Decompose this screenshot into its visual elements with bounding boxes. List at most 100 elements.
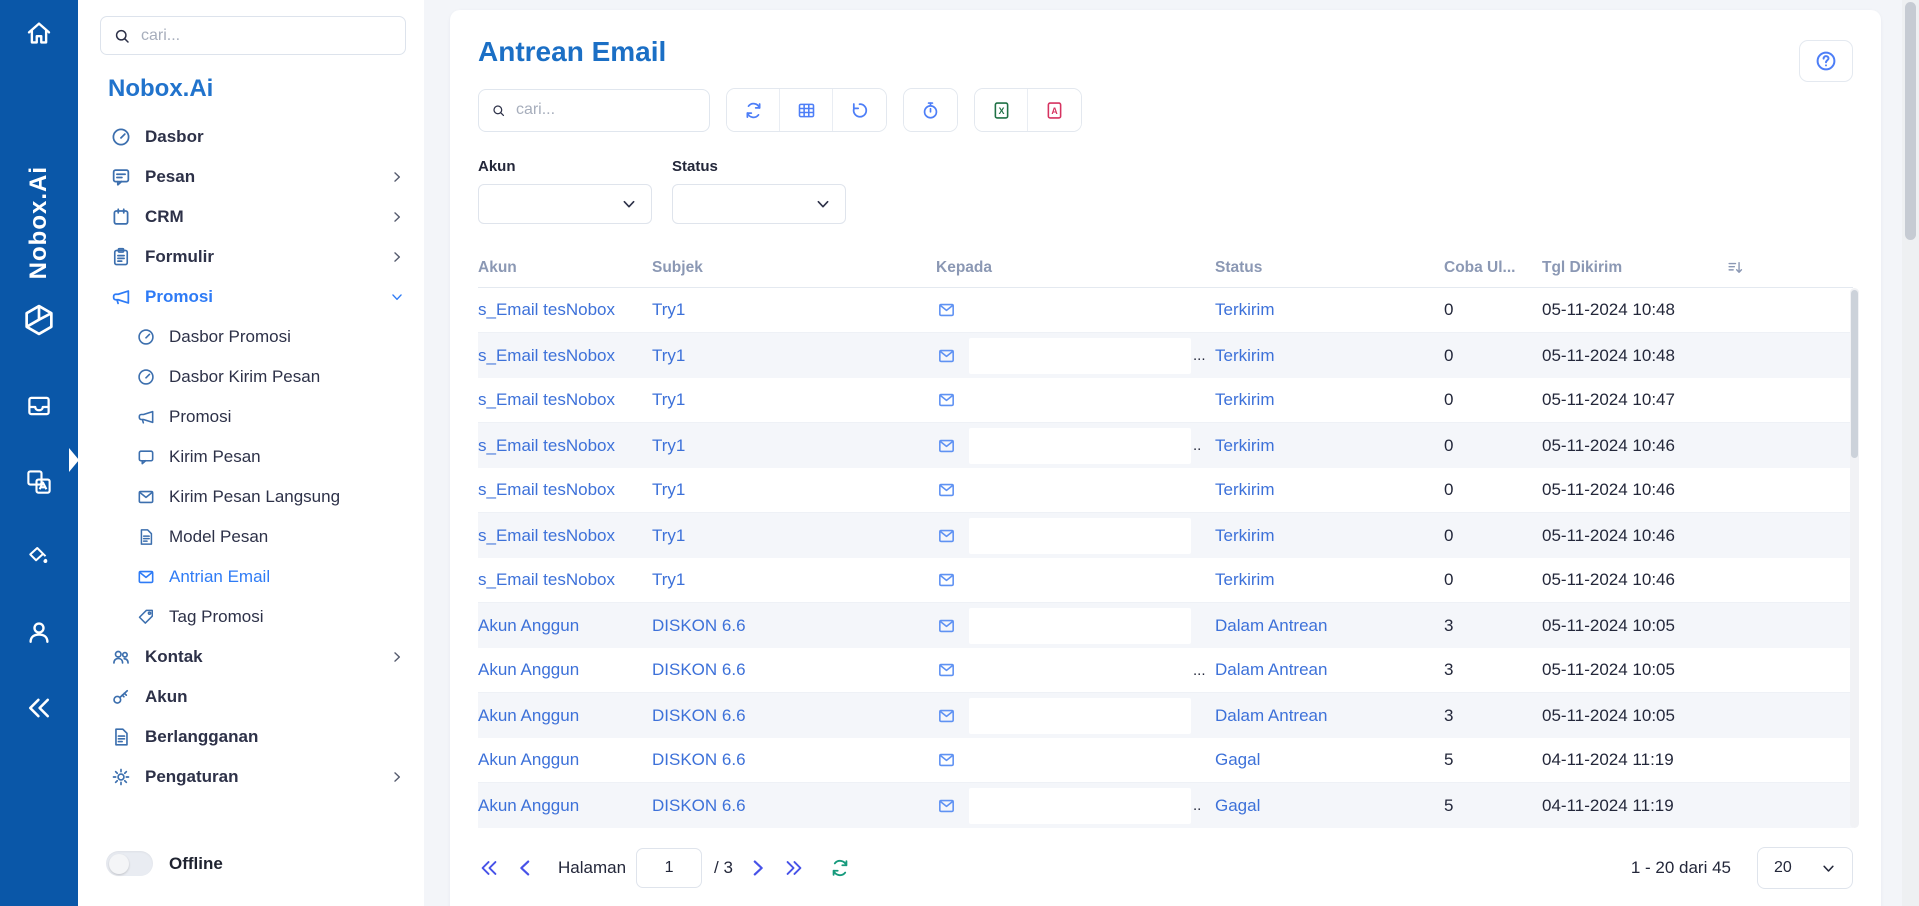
- cell-status[interactable]: Terkirim: [1215, 570, 1444, 590]
- reload-list-icon[interactable]: [829, 857, 851, 879]
- sidebar-item-antrian-email[interactable]: Antrian Email: [78, 557, 424, 597]
- sidebar-item-formulir[interactable]: Formulir: [78, 237, 424, 277]
- cell-akun[interactable]: s_Email tesNobox: [478, 436, 652, 456]
- table-view-button[interactable]: [780, 89, 833, 131]
- page-number-input[interactable]: [636, 848, 702, 888]
- col-subjek[interactable]: Subjek: [652, 259, 936, 277]
- cell-status[interactable]: Gagal: [1215, 796, 1444, 816]
- col-akun[interactable]: Akun: [478, 259, 652, 277]
- cell-akun[interactable]: s_Email tesNobox: [478, 390, 652, 410]
- mail-icon[interactable]: [936, 750, 957, 770]
- cell-subjek[interactable]: Try1: [652, 436, 936, 456]
- reset-button[interactable]: [833, 89, 886, 131]
- cell-subjek[interactable]: DISKON 6.6: [652, 706, 936, 726]
- sidebar-item-promosi[interactable]: Promosi: [78, 277, 424, 317]
- cell-subjek[interactable]: Try1: [652, 300, 936, 320]
- help-button[interactable]: [1799, 40, 1853, 82]
- timer-button[interactable]: [904, 89, 957, 131]
- sidebar-item-promosi-sub[interactable]: Promosi: [78, 397, 424, 437]
- mail-icon[interactable]: [936, 300, 957, 320]
- mail-icon[interactable]: [936, 616, 957, 636]
- ink-icon[interactable]: [25, 541, 53, 569]
- cell-subjek[interactable]: DISKON 6.6: [652, 660, 936, 680]
- sidebar-item-kirim-pesan-langsung[interactable]: Kirim Pesan Langsung: [78, 477, 424, 517]
- table-search-input[interactable]: [516, 101, 697, 119]
- cell-subjek[interactable]: Try1: [652, 390, 936, 410]
- sidebar-item-dasbor[interactable]: Dasbor: [78, 117, 424, 157]
- cell-subjek[interactable]: DISKON 6.6: [652, 616, 936, 636]
- cell-status[interactable]: Terkirim: [1215, 346, 1444, 366]
- table-search[interactable]: [478, 89, 710, 132]
- cell-akun[interactable]: Akun Anggun: [478, 750, 652, 770]
- sidebar-item-crm[interactable]: CRM: [78, 197, 424, 237]
- cell-subjek[interactable]: Try1: [652, 480, 936, 500]
- home-icon[interactable]: [24, 18, 54, 48]
- sidebar-item-kontak[interactable]: Kontak: [78, 637, 424, 677]
- sidebar-item-dasbor-promosi[interactable]: Dasbor Promosi: [78, 317, 424, 357]
- cell-akun[interactable]: s_Email tesNobox: [478, 480, 652, 500]
- table-row[interactable]: s_Email tesNobox Try1 Terkirim 0 05-11-2…: [478, 558, 1853, 603]
- collapse-sidebar-icon[interactable]: [24, 693, 54, 723]
- cell-status[interactable]: Dalam Antrean: [1215, 616, 1444, 636]
- export-excel-button[interactable]: [975, 89, 1028, 131]
- cell-akun[interactable]: s_Email tesNobox: [478, 300, 652, 320]
- offline-toggle[interactable]: [106, 851, 153, 876]
- table-scrollbar[interactable]: [1850, 288, 1859, 828]
- sidebar-item-tag-promosi[interactable]: Tag Promosi: [78, 597, 424, 637]
- last-page-icon[interactable]: [783, 857, 805, 879]
- cell-status[interactable]: Gagal: [1215, 750, 1444, 770]
- cell-akun[interactable]: Akun Anggun: [478, 796, 652, 816]
- table-row[interactable]: s_Email tesNobox Try1 Terkirim 0 05-11-2…: [478, 468, 1853, 513]
- table-row[interactable]: Akun Anggun DISKON 6.6 Dalam Antrean 3 0…: [478, 693, 1853, 738]
- mail-icon[interactable]: [936, 660, 957, 680]
- cell-status[interactable]: Terkirim: [1215, 436, 1444, 456]
- table-row[interactable]: s_Email tesNobox Try1 .. Terkirim 0 05-1…: [478, 423, 1853, 468]
- sidebar-search[interactable]: [100, 16, 406, 55]
- refresh-button[interactable]: [727, 89, 780, 131]
- filter-akun-select[interactable]: [478, 184, 652, 224]
- cell-status[interactable]: Terkirim: [1215, 480, 1444, 500]
- cell-akun[interactable]: Akun Anggun: [478, 616, 652, 636]
- cell-subjek[interactable]: DISKON 6.6: [652, 750, 936, 770]
- table-row[interactable]: Akun Anggun DISKON 6.6 Dalam Antrean 3 0…: [478, 603, 1853, 648]
- mail-icon[interactable]: [936, 570, 957, 590]
- page-scrollbar-thumb[interactable]: [1905, 2, 1916, 240]
- cell-status[interactable]: Dalam Antrean: [1215, 706, 1444, 726]
- sidebar-item-model-pesan[interactable]: Model Pesan: [78, 517, 424, 557]
- mail-icon[interactable]: [936, 706, 957, 726]
- cell-status[interactable]: Dalam Antrean: [1215, 660, 1444, 680]
- sidebar-item-dasbor-kirim-pesan[interactable]: Dasbor Kirim Pesan: [78, 357, 424, 397]
- table-row[interactable]: Akun Anggun DISKON 6.6 .. Gagal 5 04-11-…: [478, 783, 1853, 828]
- col-kepada[interactable]: Kepada: [936, 259, 1215, 277]
- col-coba-ulang[interactable]: Coba Ul...: [1444, 259, 1542, 277]
- previous-page-icon[interactable]: [514, 857, 536, 879]
- inbox-icon[interactable]: [24, 391, 54, 421]
- mail-icon[interactable]: [936, 346, 957, 366]
- col-tgl-dikirim[interactable]: Tgl Dikirim: [1542, 259, 1726, 277]
- sidebar-search-input[interactable]: [141, 27, 393, 45]
- table-scrollbar-thumb[interactable]: [1851, 290, 1858, 458]
- cell-subjek[interactable]: DISKON 6.6: [652, 796, 936, 816]
- cell-status[interactable]: Terkirim: [1215, 526, 1444, 546]
- next-page-icon[interactable]: [747, 857, 769, 879]
- mail-icon[interactable]: [936, 390, 957, 410]
- table-row[interactable]: Akun Anggun DISKON 6.6 Gagal 5 04-11-202…: [478, 738, 1853, 783]
- filter-status-select[interactable]: [672, 184, 846, 224]
- cell-akun[interactable]: s_Email tesNobox: [478, 570, 652, 590]
- cell-akun[interactable]: s_Email tesNobox: [478, 526, 652, 546]
- col-status[interactable]: Status: [1215, 259, 1444, 277]
- sidebar-item-pesan[interactable]: Pesan: [78, 157, 424, 197]
- table-row[interactable]: s_Email tesNobox Try1 Terkirim 0 05-11-2…: [478, 513, 1853, 558]
- mail-icon[interactable]: [936, 526, 957, 546]
- sidebar-item-berlangganan[interactable]: Berlangganan: [78, 717, 424, 757]
- sort-descending-icon[interactable]: [1726, 258, 1745, 277]
- mail-icon[interactable]: [936, 480, 957, 500]
- cell-akun[interactable]: Akun Anggun: [478, 706, 652, 726]
- cell-status[interactable]: Terkirim: [1215, 390, 1444, 410]
- export-pdf-button[interactable]: [1028, 89, 1081, 131]
- table-row[interactable]: s_Email tesNobox Try1 Terkirim 0 05-11-2…: [478, 288, 1853, 333]
- cell-subjek[interactable]: Try1: [652, 346, 936, 366]
- sidebar-item-kirim-pesan[interactable]: Kirim Pesan: [78, 437, 424, 477]
- sidebar-item-akun[interactable]: Akun: [78, 677, 424, 717]
- table-row[interactable]: Akun Anggun DISKON 6.6 ... Dalam Antrean…: [478, 648, 1853, 693]
